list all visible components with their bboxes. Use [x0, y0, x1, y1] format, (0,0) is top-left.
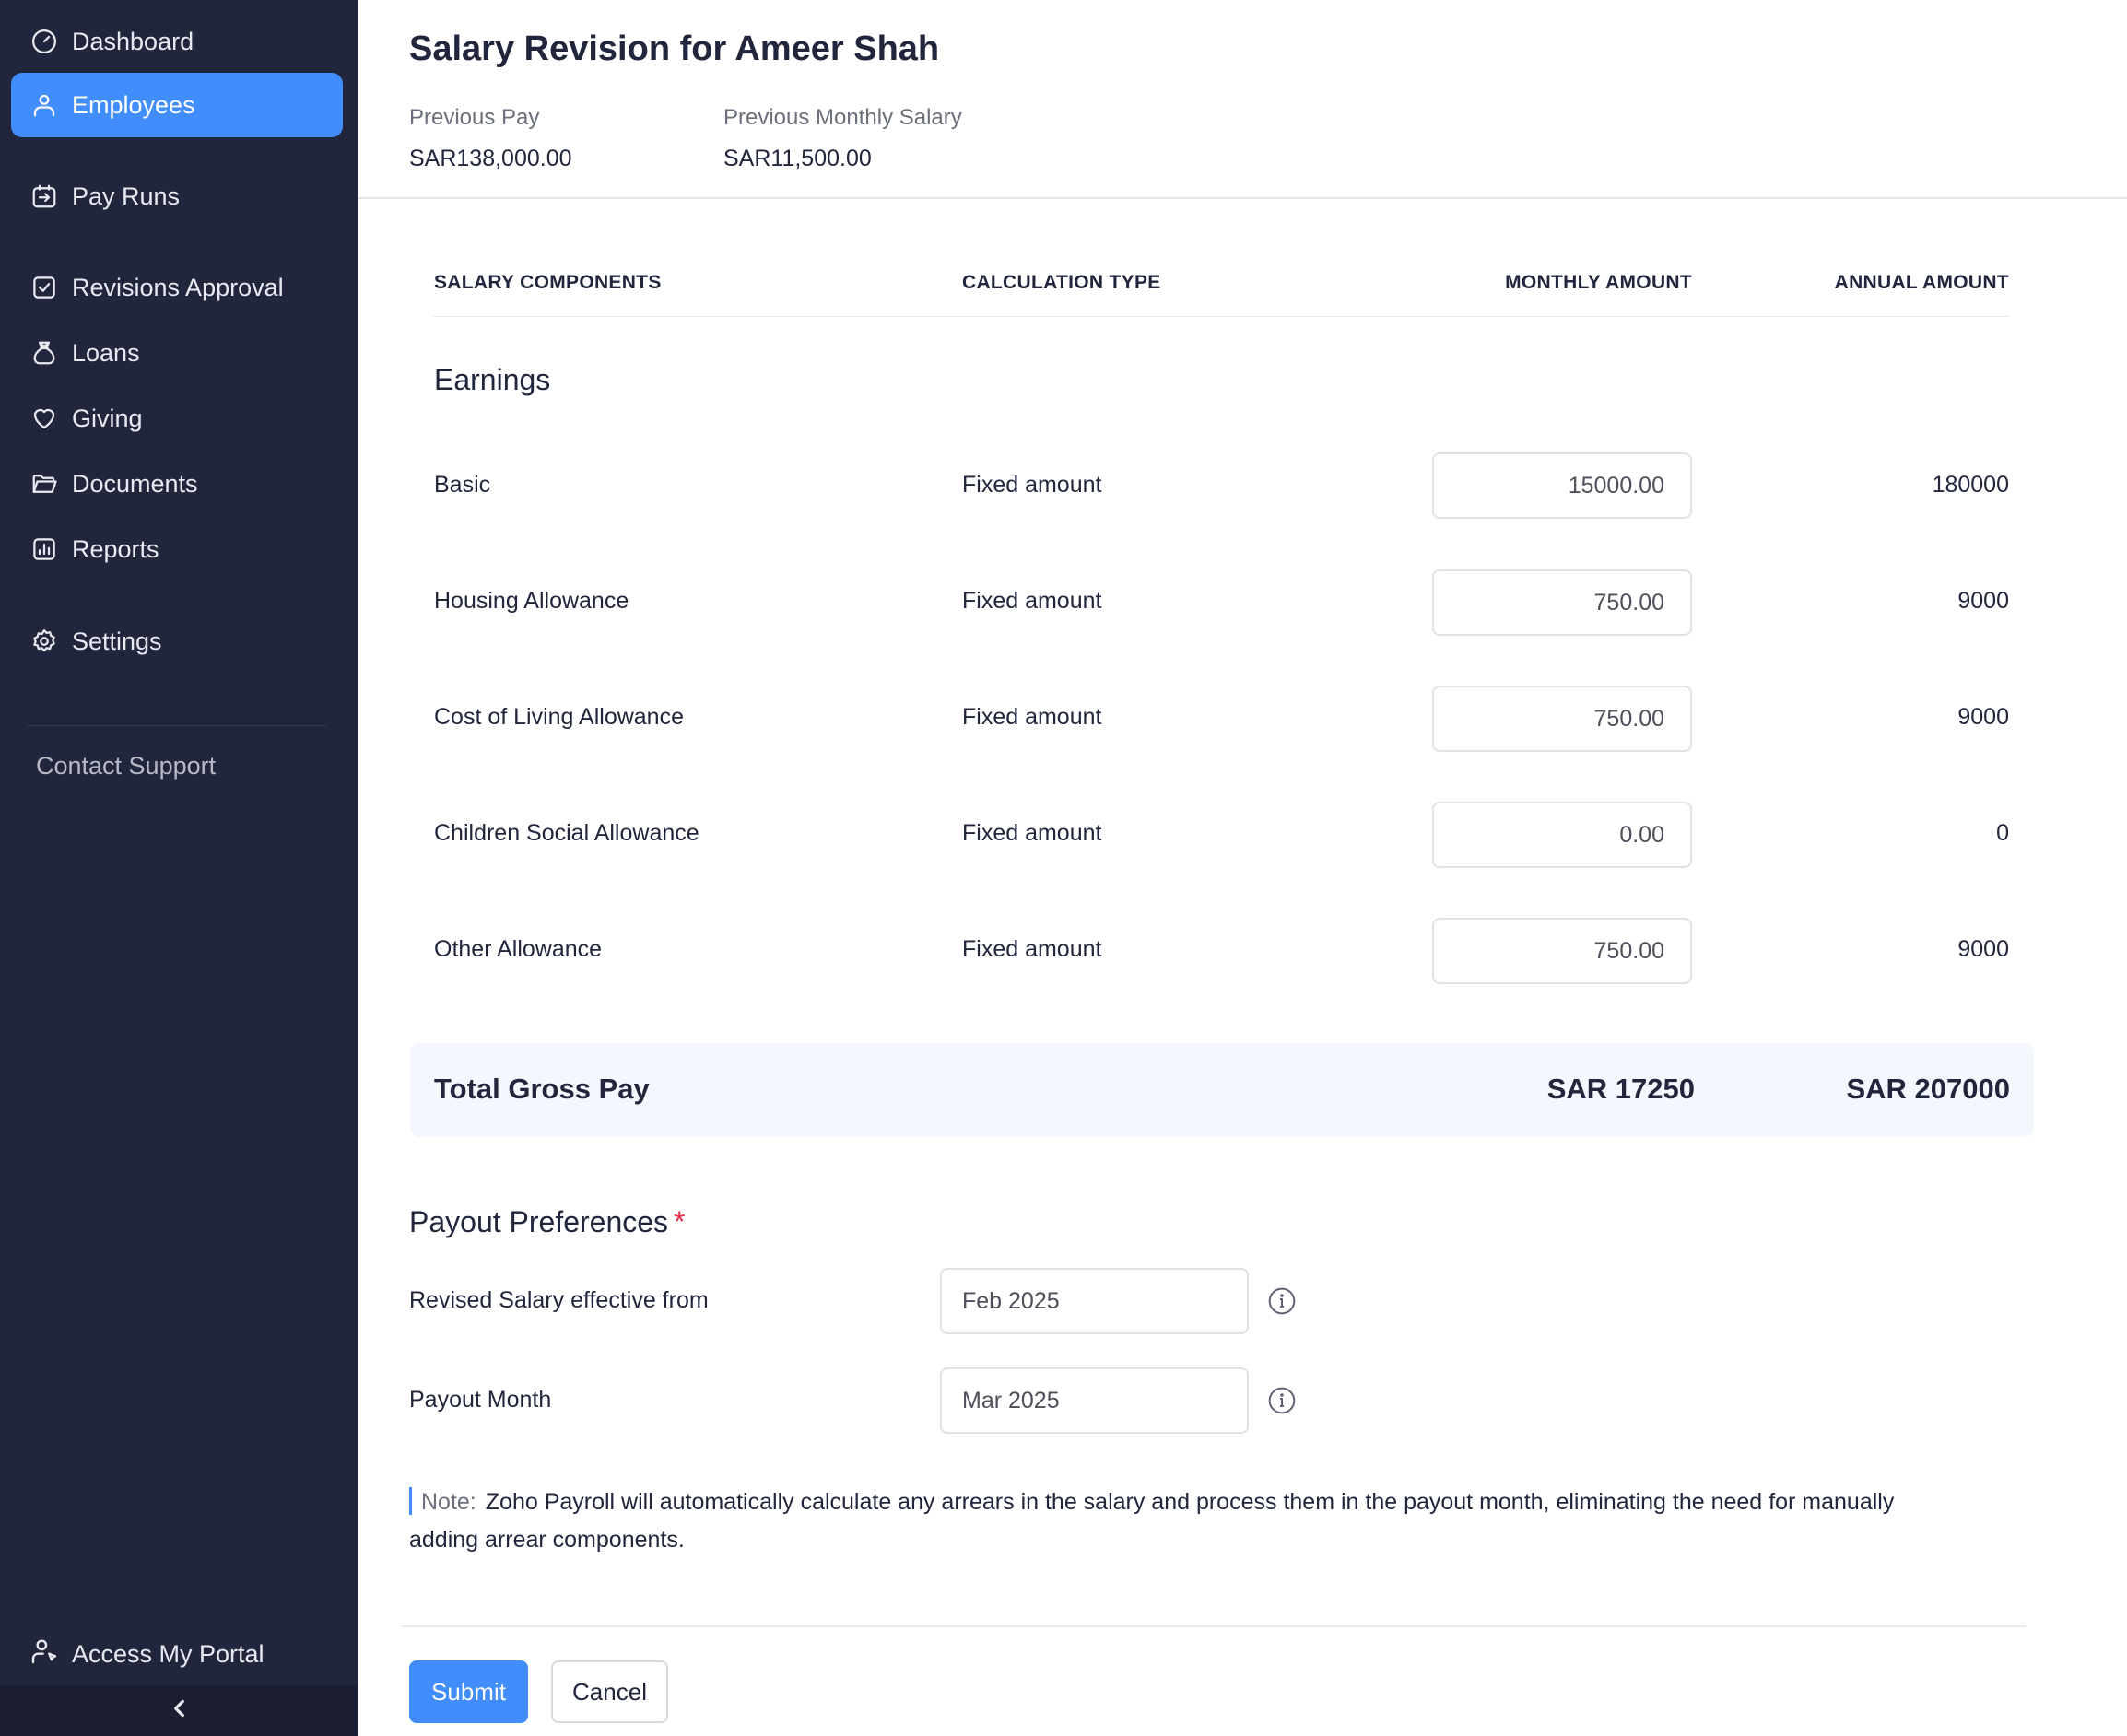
info-icon[interactable]	[1267, 1286, 1297, 1316]
collapse-sidebar-button[interactable]	[0, 1685, 358, 1736]
calculation-type: Fixed amount	[962, 472, 1102, 498]
component-name: Basic	[434, 472, 491, 498]
column-header-salary-components: SALARY COMPONENTS	[434, 272, 662, 293]
sidebar-item-label: Reports	[72, 534, 159, 563]
note-text: Zoho Payroll will automatically calculat…	[409, 1489, 1895, 1553]
sidebar: Dashboard Employees Pay Runs Revisions A…	[0, 0, 358, 1736]
dashboard-gauge-icon	[29, 27, 59, 56]
sidebar-item-label: Settings	[72, 627, 162, 655]
monthly-amount-input-housing-allowance[interactable]	[1432, 569, 1692, 636]
footer-divider	[402, 1625, 2027, 1627]
calculation-type: Fixed amount	[962, 704, 1102, 730]
access-my-portal-label: Access My Portal	[72, 1639, 264, 1668]
sidebar-item-label: Pay Runs	[72, 182, 181, 210]
calculation-type: Fixed amount	[962, 588, 1102, 614]
sidebar-item-label: Loans	[72, 338, 140, 367]
annual-amount: 9000	[1957, 704, 2009, 730]
sidebar-item-label: Employees	[72, 90, 195, 119]
submit-button[interactable]: Submit	[409, 1660, 528, 1723]
component-name: Children Social Allowance	[434, 820, 699, 846]
effective-from-input[interactable]	[940, 1268, 1249, 1334]
chevron-left-icon	[168, 1696, 192, 1725]
monthly-amount-input-children-social-allowance[interactable]	[1432, 802, 1692, 868]
previous-monthly-salary-value: SAR11,500.00	[723, 146, 872, 171]
table-header-divider	[433, 316, 2009, 317]
previous-pay-value: SAR138,000.00	[409, 146, 572, 171]
annual-amount: 0	[1996, 820, 2009, 846]
sidebar-item-label: Documents	[72, 469, 198, 498]
heart-icon	[29, 404, 59, 433]
column-header-monthly-amount: MONTHLY AMOUNT	[1505, 272, 1692, 293]
payout-month-label: Payout Month	[409, 1387, 552, 1413]
previous-monthly-salary-label: Previous Monthly Salary	[723, 105, 962, 130]
page-header: Salary Revision for Ameer Shah Previous …	[358, 0, 2127, 199]
calculation-type: Fixed amount	[962, 820, 1102, 846]
total-annual-amount: SAR 207000	[1846, 1073, 2010, 1105]
monthly-amount-input-other-allowance[interactable]	[1432, 918, 1692, 984]
previous-pay-label: Previous Pay	[409, 105, 540, 130]
arrears-note: Note: Zoho Payroll will automatically cal…	[409, 1484, 1921, 1559]
access-my-portal-link[interactable]: Access My Portal	[11, 1622, 343, 1686]
sidebar-item-employees[interactable]: Employees	[11, 73, 343, 137]
component-name: Cost of Living Allowance	[434, 704, 684, 730]
sidebar-divider	[28, 725, 326, 726]
annual-amount: 180000	[1932, 472, 2009, 498]
earnings-section-title: Earnings	[434, 363, 551, 396]
sidebar-item-reports[interactable]: Reports	[11, 517, 343, 581]
column-header-annual-amount: ANNUAL AMOUNT	[1834, 272, 2009, 293]
effective-from-label: Revised Salary effective from	[409, 1287, 709, 1313]
user-pointer-icon	[29, 1636, 59, 1672]
sidebar-item-settings[interactable]: Settings	[11, 609, 343, 674]
required-marker: *	[674, 1205, 686, 1238]
money-bag-icon	[29, 338, 59, 368]
monthly-amount-input-cost-of-living-allowance[interactable]	[1432, 686, 1692, 752]
checkbox-icon	[29, 273, 59, 302]
gear-icon	[29, 627, 59, 656]
sidebar-item-label: Revisions Approval	[72, 273, 284, 301]
payout-preferences-title: Payout Preferences *	[409, 1205, 686, 1239]
payout-preferences-label: Payout Preferences	[409, 1205, 669, 1238]
sidebar-item-giving[interactable]: Giving	[11, 386, 343, 451]
sidebar-item-label: Dashboard	[72, 27, 194, 55]
total-gross-pay-label: Total Gross Pay	[434, 1073, 650, 1105]
sidebar-item-loans[interactable]: Loans	[11, 321, 343, 385]
sidebar-item-revisions-approval[interactable]: Revisions Approval	[11, 255, 343, 320]
calculation-type: Fixed amount	[962, 936, 1102, 962]
cancel-button[interactable]: Cancel	[551, 1660, 668, 1723]
pay-runs-calendar-icon	[29, 182, 59, 211]
sidebar-item-documents[interactable]: Documents	[11, 452, 343, 516]
payout-month-input[interactable]	[940, 1367, 1249, 1434]
note-label: Note:	[421, 1489, 476, 1515]
page-title: Salary Revision for Ameer Shah	[409, 29, 940, 68]
sidebar-item-dashboard[interactable]: Dashboard	[11, 9, 343, 74]
component-name: Other Allowance	[434, 936, 603, 962]
user-icon	[29, 90, 59, 120]
sidebar-item-label: Giving	[72, 404, 143, 432]
annual-amount: 9000	[1957, 936, 2009, 962]
total-monthly-amount: SAR 17250	[1546, 1073, 1695, 1105]
bar-chart-icon	[29, 534, 59, 564]
annual-amount: 9000	[1957, 588, 2009, 614]
contact-support-link[interactable]: Contact Support	[36, 752, 216, 780]
total-gross-pay-row: Total Gross Pay SAR 17250 SAR 207000	[410, 1043, 2034, 1137]
monthly-amount-input-basic[interactable]	[1432, 452, 1692, 519]
info-icon[interactable]	[1267, 1386, 1297, 1415]
folder-icon	[29, 469, 59, 499]
sidebar-item-pay-runs[interactable]: Pay Runs	[11, 164, 343, 229]
component-name: Housing Allowance	[434, 588, 629, 614]
column-header-calculation-type: CALCULATION TYPE	[962, 272, 1161, 293]
note-accent-bar	[409, 1487, 412, 1515]
